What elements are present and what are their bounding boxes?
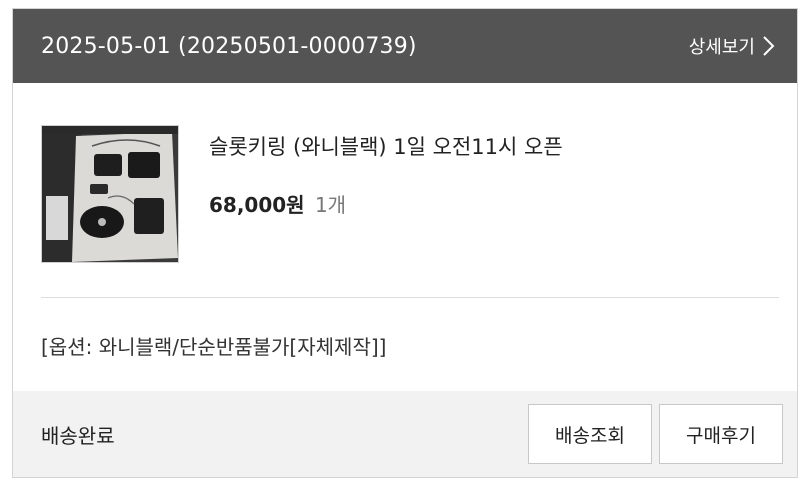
order-footer: 배송완료 배송조회 구매후기 [13, 391, 797, 477]
product-price: 68,000원 [209, 193, 305, 217]
order-card: 2025-05-01 (20250501-0000739) 상세보기 슬롯키링 … [12, 8, 798, 478]
product-photo [42, 126, 178, 262]
view-details-link[interactable]: 상세보기 [689, 33, 775, 59]
product-thumbnail[interactable] [41, 125, 179, 263]
delivery-status: 배송완료 [41, 423, 115, 448]
product-option: [옵션: 와니블랙/단순반품불가[자체제작]] [41, 335, 387, 359]
divider [41, 297, 779, 298]
write-review-button[interactable]: 구매후기 [659, 404, 783, 464]
order-date-number: 2025-05-01 (20250501-0000739) [41, 33, 417, 59]
product-quantity: 1개 [314, 193, 347, 217]
product-row: 슬롯키링 (와니블랙) 1일 오전11시 오픈 68,000원 1개 [41, 125, 777, 265]
view-details-label: 상세보기 [688, 37, 755, 58]
action-buttons: 배송조회 구매후기 [528, 404, 783, 464]
product-name[interactable]: 슬롯키링 (와니블랙) 1일 오전11시 오픈 [209, 131, 563, 161]
chevron-right-icon [763, 36, 775, 56]
price-row: 68,000원 1개 [209, 189, 346, 218]
order-header: 2025-05-01 (20250501-0000739) 상세보기 [13, 9, 797, 83]
track-delivery-button[interactable]: 배송조회 [528, 404, 652, 464]
